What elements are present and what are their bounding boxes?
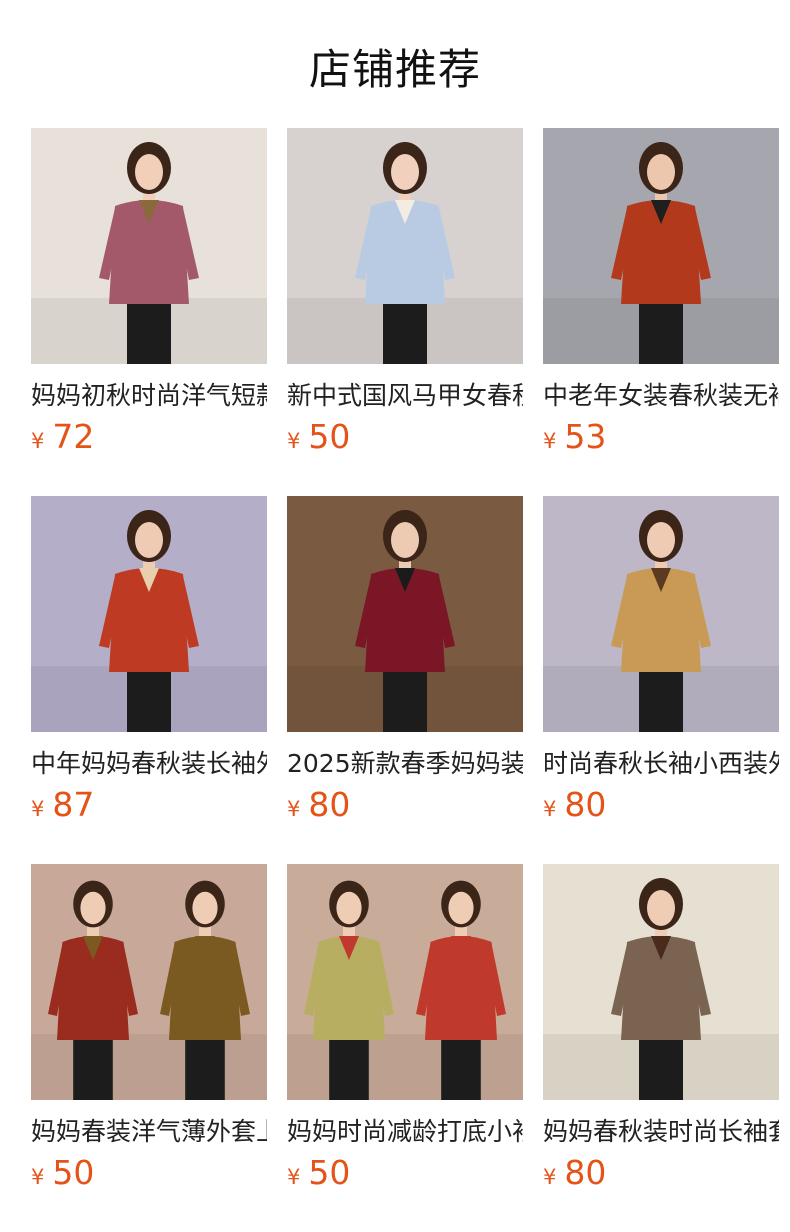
product-image[interactable] xyxy=(287,864,523,1100)
product-name[interactable]: 中老年女装春秋装无袖马甲 xyxy=(543,376,779,412)
price-value: 72 xyxy=(52,417,95,456)
product-card[interactable]: 妈妈春秋装时尚长袖套装 ¥80 xyxy=(543,864,779,1192)
product-card[interactable]: 妈妈时尚减龄打底小衫 ¥50 xyxy=(287,864,523,1192)
product-card[interactable]: 妈妈初秋时尚洋气短款外套 ¥72 xyxy=(31,128,267,456)
product-price: ¥87 xyxy=(31,785,94,824)
product-name[interactable]: 妈妈春装洋气薄外套上衣 xyxy=(31,1112,267,1148)
product-price: ¥53 xyxy=(543,417,606,456)
price-value: 80 xyxy=(564,1153,607,1192)
price-value: 50 xyxy=(52,1153,95,1192)
product-price: ¥50 xyxy=(287,1153,350,1192)
currency-symbol: ¥ xyxy=(31,797,45,821)
product-name[interactable]: 2025新款春季妈妈装套装 xyxy=(287,744,523,780)
product-price: ¥80 xyxy=(543,1153,606,1192)
product-name[interactable]: 妈妈时尚减龄打底小衫 xyxy=(287,1112,523,1148)
currency-symbol: ¥ xyxy=(31,1165,45,1189)
product-name[interactable]: 妈妈初秋时尚洋气短款外套 xyxy=(31,376,267,412)
product-image[interactable] xyxy=(543,128,779,364)
currency-symbol: ¥ xyxy=(287,797,301,821)
currency-symbol: ¥ xyxy=(287,429,301,453)
currency-symbol: ¥ xyxy=(543,429,557,453)
product-price: ¥50 xyxy=(31,1153,94,1192)
product-image[interactable] xyxy=(31,128,267,364)
currency-symbol: ¥ xyxy=(31,429,45,453)
price-value: 50 xyxy=(308,1153,351,1192)
price-value: 80 xyxy=(564,785,607,824)
price-value: 87 xyxy=(52,785,95,824)
product-card[interactable]: 时尚春秋长袖小西装外套 ¥80 xyxy=(543,496,779,824)
product-price: ¥80 xyxy=(543,785,606,824)
product-card[interactable]: 中老年女装春秋装无袖马甲 ¥53 xyxy=(543,128,779,456)
product-card[interactable]: 2025新款春季妈妈装套装 ¥80 xyxy=(287,496,523,824)
product-card[interactable]: 妈妈春装洋气薄外套上衣 ¥50 xyxy=(31,864,267,1192)
price-value: 53 xyxy=(564,417,607,456)
price-value: 80 xyxy=(308,785,351,824)
product-name[interactable]: 新中式国风马甲女春秋 xyxy=(287,376,523,412)
currency-symbol: ¥ xyxy=(543,1165,557,1189)
product-image[interactable] xyxy=(31,496,267,732)
currency-symbol: ¥ xyxy=(287,1165,301,1189)
product-name[interactable]: 中年妈妈春秋装长袖外套 xyxy=(31,744,267,780)
product-image[interactable] xyxy=(287,496,523,732)
section-title: 店铺推荐 xyxy=(308,45,481,94)
product-image[interactable] xyxy=(543,496,779,732)
product-card[interactable]: 新中式国风马甲女春秋 ¥50 xyxy=(287,128,523,456)
product-card[interactable]: 中年妈妈春秋装长袖外套 ¥87 xyxy=(31,496,267,824)
product-price: ¥72 xyxy=(31,417,94,456)
currency-symbol: ¥ xyxy=(543,797,557,821)
product-price: ¥50 xyxy=(287,417,350,456)
product-image[interactable] xyxy=(287,128,523,364)
product-name[interactable]: 妈妈春秋装时尚长袖套装 xyxy=(543,1112,779,1148)
product-name[interactable]: 时尚春秋长袖小西装外套 xyxy=(543,744,779,780)
price-value: 50 xyxy=(308,417,351,456)
product-image[interactable] xyxy=(543,864,779,1100)
product-image[interactable] xyxy=(31,864,267,1100)
product-price: ¥80 xyxy=(287,785,350,824)
